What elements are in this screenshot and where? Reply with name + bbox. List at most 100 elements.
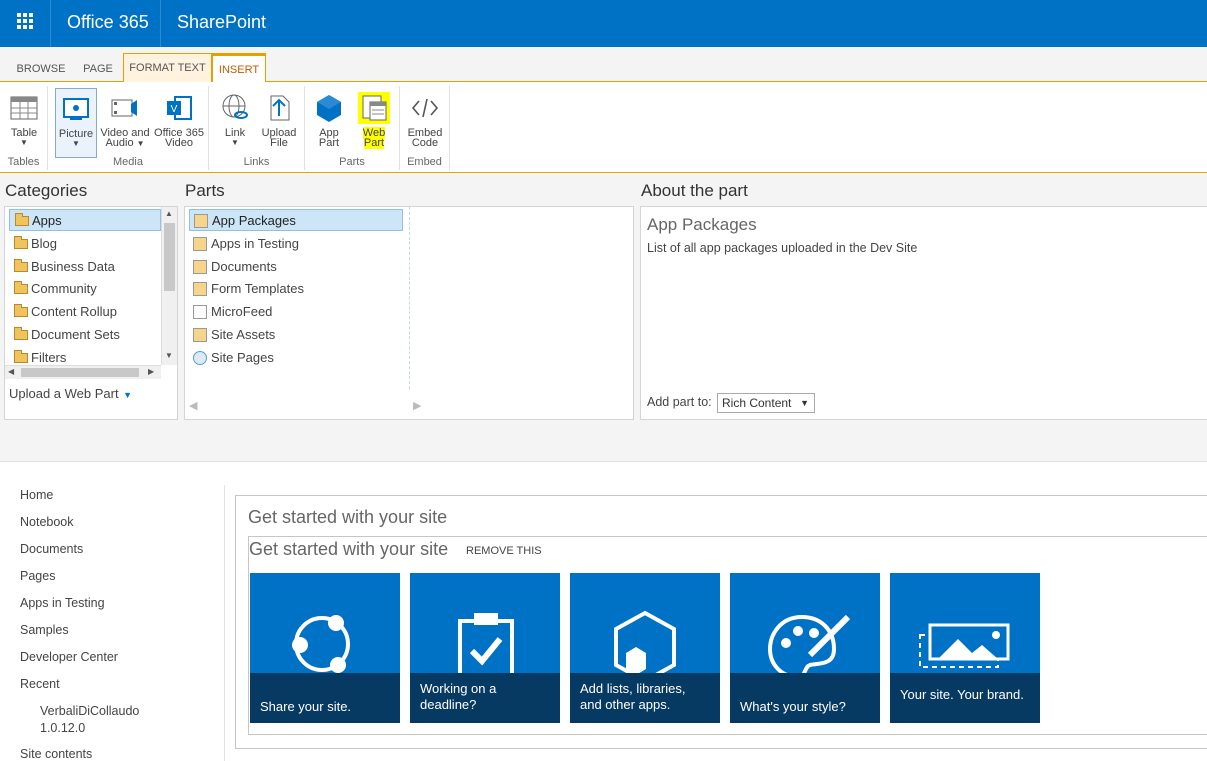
nav-recent-verbali[interactable]: VerbaliDiCollaudo bbox=[40, 704, 139, 718]
ribbon-group-tables: Table ▼ Tables bbox=[0, 86, 48, 170]
about-part-description: List of all app packages uploaded in the… bbox=[647, 241, 918, 255]
tab-insert[interactable]: INSERT bbox=[212, 53, 266, 83]
embed-code-icon bbox=[411, 98, 439, 118]
folder-icon bbox=[14, 236, 28, 249]
app-launcher-icon[interactable] bbox=[0, 0, 50, 47]
nav-pages[interactable]: Pages bbox=[20, 569, 55, 583]
chevron-down-icon: ▼ bbox=[231, 138, 239, 147]
scroll-thumb[interactable] bbox=[21, 368, 139, 377]
part-label: Site Pages bbox=[211, 350, 274, 365]
part-label: MicroFeed bbox=[211, 304, 273, 319]
chevron-down-icon: ▼ bbox=[123, 390, 132, 400]
categories-scrollbar-vertical[interactable]: ▲ ▼ bbox=[161, 207, 177, 365]
category-apps[interactable]: Apps bbox=[9, 209, 161, 231]
nav-notebook[interactable]: Notebook bbox=[20, 515, 74, 529]
tile-share-site[interactable]: Share your site. bbox=[250, 573, 400, 723]
category-filters[interactable]: Filters bbox=[9, 347, 161, 363]
group-label-embed: Embed bbox=[407, 156, 442, 168]
app-part-button[interactable]: App Part bbox=[311, 88, 347, 154]
upload-file-button[interactable]: Upload File bbox=[257, 88, 301, 154]
office365-link[interactable]: Office 365 bbox=[50, 0, 165, 47]
tab-browse[interactable]: BROWSE bbox=[10, 59, 72, 82]
scroll-up-icon[interactable]: ▲ bbox=[165, 209, 173, 218]
group-label-tables: Tables bbox=[7, 156, 40, 168]
part-label: App Packages bbox=[212, 213, 296, 228]
office365-video-button[interactable]: V Office 365 Video bbox=[153, 88, 205, 154]
ribbon-group-embed: Embed Code Embed bbox=[400, 86, 450, 170]
category-document-sets[interactable]: Document Sets bbox=[9, 324, 161, 346]
link-icon bbox=[222, 94, 248, 119]
web-part-icon bbox=[358, 92, 390, 124]
svg-text:V: V bbox=[171, 104, 178, 115]
clipboard-check-icon bbox=[458, 613, 514, 673]
nav-apps-in-testing[interactable]: Apps in Testing bbox=[20, 596, 105, 610]
next-arrow-icon[interactable]: ▶ bbox=[413, 399, 421, 412]
library-icon bbox=[193, 260, 207, 274]
part-site-pages[interactable]: Site Pages bbox=[189, 347, 403, 369]
scroll-right-icon[interactable]: ▶ bbox=[148, 367, 154, 376]
category-community[interactable]: Community bbox=[9, 278, 161, 300]
table-label: Table bbox=[10, 127, 38, 139]
nav-recent[interactable]: Recent bbox=[20, 677, 60, 691]
app-part-label-2: Part bbox=[318, 137, 340, 149]
about-panel: App Packages List of all app packages up… bbox=[640, 206, 1207, 420]
add-part-to-select[interactable]: Rich Content ▼ bbox=[717, 393, 815, 413]
tile-caption: What's your style? bbox=[730, 673, 880, 723]
nav-documents[interactable]: Documents bbox=[20, 542, 83, 556]
table-button[interactable]: Table ▼ bbox=[4, 88, 44, 154]
categories-scrollbar-horizontal[interactable]: ◀ ▶ bbox=[5, 365, 161, 379]
sharepoint-link[interactable]: SharePoint bbox=[160, 0, 282, 47]
category-blog[interactable]: Blog bbox=[9, 233, 161, 255]
upload-web-part-link[interactable]: Upload a Web Part ▼ bbox=[9, 385, 132, 403]
scroll-down-icon[interactable]: ▼ bbox=[165, 351, 173, 360]
embed-code-button[interactable]: Embed Code bbox=[404, 88, 446, 154]
video-audio-button[interactable]: Video and Audio ▼ bbox=[100, 88, 150, 154]
link-button[interactable]: Link ▼ bbox=[215, 88, 255, 154]
scroll-thumb[interactable] bbox=[164, 223, 175, 291]
part-label: Apps in Testing bbox=[211, 236, 299, 251]
link-label: Link bbox=[224, 127, 246, 139]
tile-brand[interactable]: Your site. Your brand. bbox=[890, 573, 1040, 723]
nav-recent-version[interactable]: 1.0.12.0 bbox=[40, 721, 85, 735]
scroll-left-icon[interactable]: ◀ bbox=[8, 367, 14, 376]
web-part-button[interactable]: Web Part bbox=[353, 88, 395, 154]
ribbon-group-links: Link ▼ Upload File Links bbox=[209, 86, 305, 170]
tile-style[interactable]: What's your style? bbox=[730, 573, 880, 723]
category-content-rollup[interactable]: Content Rollup bbox=[9, 301, 161, 323]
part-apps-in-testing[interactable]: Apps in Testing bbox=[189, 233, 403, 255]
part-microfeed[interactable]: MicroFeed bbox=[189, 301, 403, 323]
tab-format-text[interactable]: FORMAT TEXT bbox=[123, 53, 212, 82]
part-label: Form Templates bbox=[211, 281, 304, 296]
parts-panel: App Packages Apps in Testing Documents F… bbox=[184, 206, 634, 420]
picture-button[interactable]: Picture ▼ bbox=[55, 88, 97, 158]
part-documents[interactable]: Documents bbox=[189, 256, 403, 278]
remove-this-link[interactable]: REMOVE THIS bbox=[466, 545, 542, 557]
tile-deadline[interactable]: Working on a deadline? bbox=[410, 573, 560, 723]
nav-developer-center[interactable]: Developer Center bbox=[20, 650, 118, 664]
ribbon-group-media: Picture ▼ Video and Audio ▼ V Office 365… bbox=[48, 86, 209, 170]
part-site-assets[interactable]: Site Assets bbox=[189, 324, 403, 346]
category-label: Blog bbox=[31, 236, 58, 251]
library-icon bbox=[193, 328, 207, 342]
previous-arrow-icon[interactable]: ◀ bbox=[189, 399, 197, 412]
categories-panel: Apps Blog Business Data Community Conten… bbox=[4, 206, 178, 420]
picture-icon bbox=[63, 98, 89, 120]
tile-add-apps[interactable]: Add lists, libraries, and other apps. bbox=[570, 573, 720, 723]
part-app-packages[interactable]: App Packages bbox=[189, 209, 403, 231]
folder-icon bbox=[15, 213, 29, 226]
nav-samples[interactable]: Samples bbox=[20, 623, 69, 637]
palette-icon bbox=[767, 614, 851, 673]
parts-title: Parts bbox=[185, 181, 225, 200]
tile-caption: Add lists, libraries, and other apps. bbox=[570, 673, 720, 723]
content-divider bbox=[224, 485, 225, 761]
folder-icon bbox=[14, 281, 28, 294]
part-form-templates[interactable]: Form Templates bbox=[189, 278, 403, 300]
nav-home[interactable]: Home bbox=[20, 488, 53, 502]
nav-site-contents[interactable]: Site contents bbox=[20, 747, 92, 761]
chevron-down-icon: ▼ bbox=[136, 139, 145, 148]
category-label: Community bbox=[31, 281, 97, 296]
add-part-to-value: Rich Content bbox=[722, 396, 792, 410]
category-business-data[interactable]: Business Data bbox=[9, 256, 161, 278]
tab-page[interactable]: PAGE bbox=[76, 59, 120, 82]
table-icon bbox=[10, 96, 38, 120]
